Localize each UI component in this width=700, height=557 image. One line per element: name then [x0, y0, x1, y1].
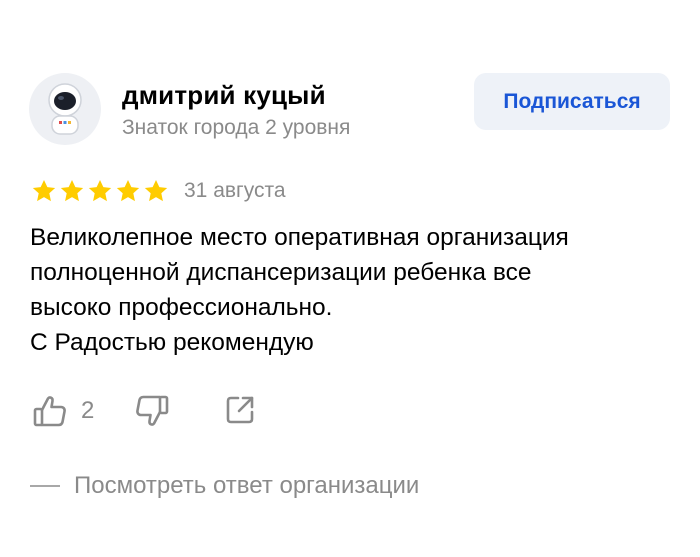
astronaut-avatar-icon: [48, 83, 82, 135]
reply-dash: [30, 485, 60, 487]
review-text-line: Великолепное место оперативная организац…: [30, 224, 569, 251]
view-reply-link[interactable]: Посмотреть ответ организации: [30, 472, 419, 500]
review-text-line: С Радостью рекомендую: [30, 329, 314, 356]
star-icon: [60, 179, 84, 202]
review-date: 31 августа: [184, 179, 286, 202]
author-avatar[interactable]: [29, 73, 101, 145]
share-icon: [226, 396, 254, 424]
review-text-line: высоко профессионально.: [30, 294, 333, 321]
star-icon: [88, 179, 112, 202]
dislike-button[interactable]: [134, 393, 170, 429]
star-icon: [144, 179, 168, 202]
thumbs-up-icon: [33, 396, 66, 427]
review-text: Великолепное место оперативная организац…: [30, 220, 680, 360]
review-text-line: полноценной диспансеризации ребенка все: [30, 259, 532, 286]
author-level: Знаток города 2 уровня: [122, 116, 351, 139]
rating-stars: [31, 178, 169, 204]
like-count: 2: [81, 397, 95, 424]
like-button[interactable]: 2: [32, 393, 94, 429]
view-reply-label: Посмотреть ответ организации: [74, 472, 420, 499]
thumbs-down-icon: [136, 395, 169, 426]
subscribe-button[interactable]: Подписаться: [474, 73, 670, 130]
star-icon: [32, 179, 56, 202]
author-name[interactable]: дмитрий куцый: [122, 80, 326, 111]
star-icon: [116, 179, 140, 202]
share-button[interactable]: [223, 393, 257, 427]
